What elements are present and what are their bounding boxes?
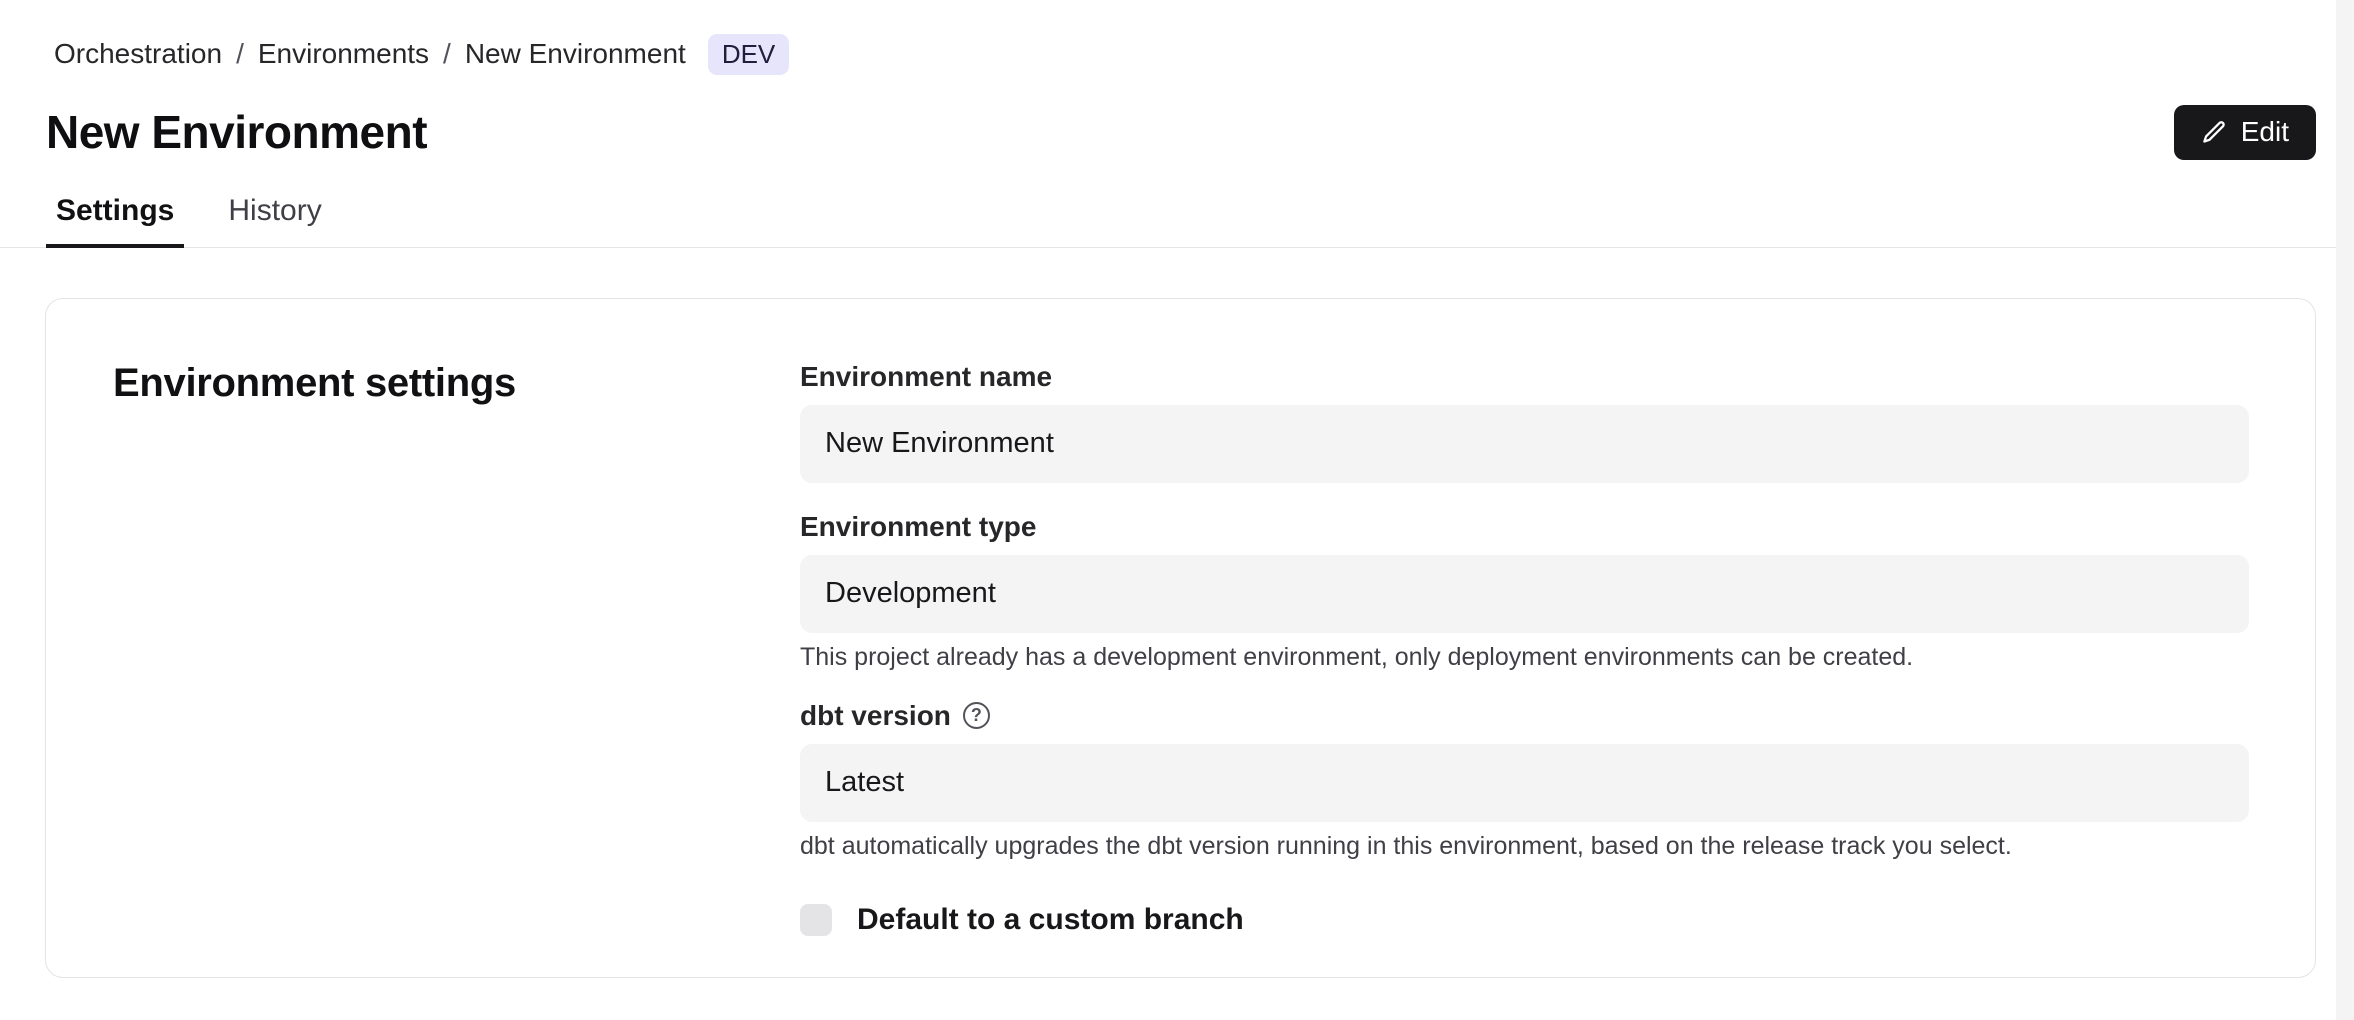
card-left-column: Environment settings: [113, 361, 800, 917]
edit-button-label: Edit: [2241, 116, 2289, 148]
tab-history[interactable]: History: [218, 194, 331, 248]
custom-branch-label: Default to a custom branch: [857, 903, 1244, 937]
edit-button[interactable]: Edit: [2174, 105, 2316, 160]
breadcrumb-item-orchestration[interactable]: Orchestration: [54, 38, 222, 70]
environment-name-label: Environment name: [800, 361, 2249, 393]
environment-type-input[interactable]: [800, 555, 2249, 633]
dbt-version-input[interactable]: [800, 744, 2249, 822]
custom-branch-checkbox[interactable]: [800, 904, 832, 936]
breadcrumb-separator: /: [443, 38, 451, 70]
environment-settings-form: Environment name Environment type This p…: [800, 361, 2249, 917]
dbt-version-label: dbt version: [800, 700, 951, 732]
breadcrumb-item-current: New Environment: [465, 38, 686, 70]
help-icon[interactable]: ?: [963, 702, 990, 729]
page-title: New Environment: [46, 105, 427, 159]
dbt-version-helper: dbt automatically upgrades the dbt versi…: [800, 832, 2249, 861]
environment-settings-card: Environment settings Environment name En…: [45, 298, 2316, 978]
pencil-icon: [2201, 119, 2228, 146]
environment-type-helper: This project already has a development e…: [800, 643, 2249, 672]
environment-name-input[interactable]: [800, 405, 2249, 483]
tab-settings[interactable]: Settings: [46, 194, 184, 248]
dbt-version-label-row: dbt version ?: [800, 700, 2249, 732]
environment-type-label: Environment type: [800, 511, 2249, 543]
scrollbar[interactable]: [2336, 0, 2354, 1020]
page: Orchestration / Environments / New Envir…: [0, 0, 2354, 1020]
custom-branch-row: Default to a custom branch: [800, 903, 2249, 937]
breadcrumb-separator: /: [236, 38, 244, 70]
page-header: New Environment Edit: [0, 105, 2354, 160]
dev-badge: DEV: [708, 34, 789, 75]
section-title: Environment settings: [113, 361, 800, 406]
breadcrumb-item-environments[interactable]: Environments: [258, 38, 429, 70]
tab-bar: Settings History: [0, 194, 2354, 248]
breadcrumb: Orchestration / Environments / New Envir…: [0, 0, 2354, 75]
